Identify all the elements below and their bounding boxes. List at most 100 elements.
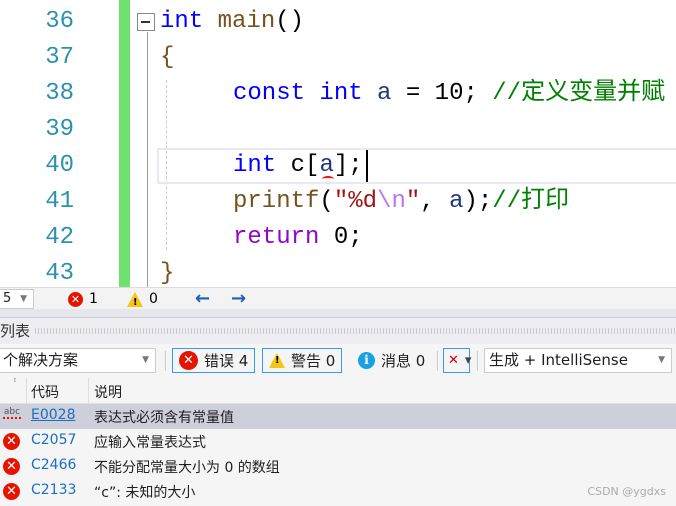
code-token: " bbox=[405, 188, 421, 215]
code-line[interactable]: int c[a]; bbox=[233, 148, 363, 184]
build-source-dropdown[interactable]: 生成 + IntelliSense ▼ bbox=[484, 348, 672, 373]
column-divider[interactable] bbox=[88, 378, 89, 404]
drag-grip bbox=[35, 328, 676, 334]
error-description: 不能分配常量大小为 0 的数组 bbox=[94, 460, 280, 476]
code-line[interactable]: } bbox=[160, 256, 174, 287]
error-list-header: ⠃ 代码 说明 bbox=[0, 378, 676, 404]
warnings-label: 警告 0 bbox=[291, 352, 336, 370]
panel-title-bar[interactable]: 列表 bbox=[0, 318, 676, 344]
forward-arrow-icon[interactable]: → bbox=[231, 290, 246, 308]
line-number: 41 bbox=[45, 188, 74, 215]
error-row[interactable]: ✕ C2466 不能分配常量大小为 0 的数组 bbox=[0, 454, 676, 479]
warning-count-value: 0 bbox=[149, 291, 158, 307]
divider bbox=[437, 351, 438, 371]
line-number: 37 bbox=[45, 44, 74, 71]
sort-grip-icon[interactable]: ⠃ bbox=[13, 378, 20, 388]
line-number: 38 bbox=[45, 80, 74, 107]
error-code-link[interactable]: C2466 bbox=[31, 457, 76, 473]
code-token: () bbox=[275, 8, 305, 35]
error-description: 应输入常量表达式 bbox=[94, 435, 206, 451]
code-token: ]; bbox=[333, 152, 363, 179]
back-arrow-icon[interactable]: ← bbox=[195, 290, 210, 308]
code-token: } bbox=[160, 260, 175, 287]
code-line[interactable]: const int a = 10; //定义变量并赋 bbox=[233, 76, 665, 112]
error-icon: ✕ bbox=[3, 483, 20, 500]
code-token: "%d bbox=[333, 188, 378, 215]
code-token: return bbox=[233, 224, 320, 251]
code-line[interactable]: return 0; bbox=[233, 220, 363, 256]
code-token: int bbox=[233, 152, 277, 179]
warning-icon bbox=[269, 353, 285, 368]
code-token: a bbox=[362, 80, 392, 107]
error-row[interactable]: ✕ C2133 “c”: 未知的大小 bbox=[0, 479, 676, 504]
error-code-link[interactable]: C2133 bbox=[31, 482, 76, 498]
code-line[interactable]: { bbox=[160, 40, 174, 76]
code-token: const bbox=[233, 80, 306, 107]
error-icon: ✕ bbox=[68, 291, 83, 307]
divider bbox=[477, 351, 478, 371]
column-divider[interactable] bbox=[26, 378, 27, 404]
messages-filter-button[interactable]: i 消息 0 bbox=[352, 348, 431, 373]
text-caret bbox=[366, 150, 368, 182]
error-squiggle bbox=[322, 176, 334, 182]
editor-status-bar: 5▼ ✕1 0 ← → bbox=[0, 287, 676, 312]
code-token: ( bbox=[319, 188, 334, 215]
code-token: //打印 bbox=[492, 188, 570, 215]
change-tracking-bar bbox=[119, 0, 130, 287]
errors-filter-button[interactable]: ✕ 错误 4 bbox=[172, 348, 256, 373]
error-list-toolbar: 个解决方案 ▼ ✕ 错误 4 警告 0 i 消息 0 ✕▾ 生成 + IntelliS… bbox=[0, 346, 676, 376]
code-token: c[ bbox=[276, 152, 320, 179]
panel-title: 列表 bbox=[0, 322, 31, 340]
warning-count[interactable]: 0 bbox=[127, 290, 158, 312]
error-icon: ✕ bbox=[3, 433, 20, 450]
line-number: 42 bbox=[45, 224, 74, 251]
code-token: \n bbox=[377, 188, 406, 215]
error-code-link[interactable]: E0028 bbox=[31, 407, 75, 423]
code-editor[interactable]: 36 37 38 39 40 41 42 43 int main() {const int a … bbox=[0, 0, 676, 287]
info-icon: i bbox=[358, 352, 375, 369]
error-code-link[interactable]: C2057 bbox=[31, 432, 76, 448]
scope-value: 个解决方案 bbox=[3, 351, 79, 369]
code-line[interactable]: printf("%d\n", a);//打印 bbox=[233, 184, 569, 220]
error-count-value: 1 bbox=[89, 291, 98, 307]
errors-label: 错误 4 bbox=[204, 352, 249, 370]
clear-filter-icon[interactable]: ✕ ▾ bbox=[443, 348, 471, 373]
error-count[interactable]: ✕ 1 bbox=[68, 290, 98, 308]
code-token: { bbox=[160, 44, 175, 71]
watermark: CSDN @ygdxs bbox=[587, 485, 666, 498]
code-token: = 10; bbox=[391, 80, 493, 107]
code-token: int bbox=[319, 80, 363, 107]
line-number: 43 bbox=[45, 260, 74, 287]
error-row[interactable]: abc E0028 表达式必须含有常量值 bbox=[0, 404, 676, 429]
scope-dropdown[interactable]: 个解决方案 ▼ bbox=[0, 348, 156, 373]
code-token: int bbox=[160, 8, 204, 35]
error-description: “c”: 未知的大小 bbox=[94, 485, 196, 501]
chevron-down-icon: ▼ bbox=[20, 294, 27, 304]
error-row[interactable]: ✕ C2057 应输入常量表达式 bbox=[0, 429, 676, 454]
panel-splitter[interactable] bbox=[0, 309, 676, 318]
collapse-toggle-icon[interactable] bbox=[137, 13, 155, 31]
column-header-description[interactable]: 说明 bbox=[94, 382, 122, 402]
error-list-panel: 列表 个解决方案 ▼ ✕ 错误 4 警告 0 i 消息 0 ✕▾ 生成 + Intel… bbox=[0, 318, 676, 506]
code-token: main bbox=[203, 8, 276, 35]
warning-icon bbox=[127, 291, 143, 312]
line-number: 36 bbox=[45, 8, 74, 35]
zoom-dropdown[interactable]: 5 ▼ bbox=[0, 289, 34, 309]
error-icon: ✕ bbox=[3, 458, 20, 475]
column-header-code[interactable]: 代码 bbox=[31, 382, 59, 402]
chevron-down-icon: ▼ bbox=[142, 355, 149, 365]
messages-label: 消息 0 bbox=[381, 352, 426, 370]
intellisense-abc-icon: abc bbox=[3, 407, 21, 419]
line-number: 40 bbox=[45, 152, 74, 179]
warnings-filter-button[interactable]: 警告 0 bbox=[262, 348, 343, 373]
code-token: a bbox=[319, 152, 334, 179]
code-token: ); bbox=[463, 188, 493, 215]
chevron-down-icon: ▼ bbox=[658, 355, 665, 365]
error-description: 表达式必须含有常量值 bbox=[94, 410, 234, 426]
error-icon: ✕ bbox=[179, 351, 198, 370]
code-token: , bbox=[420, 188, 450, 215]
fold-line bbox=[147, 32, 148, 287]
code-line[interactable]: int main() bbox=[160, 4, 304, 40]
divider bbox=[165, 351, 166, 371]
